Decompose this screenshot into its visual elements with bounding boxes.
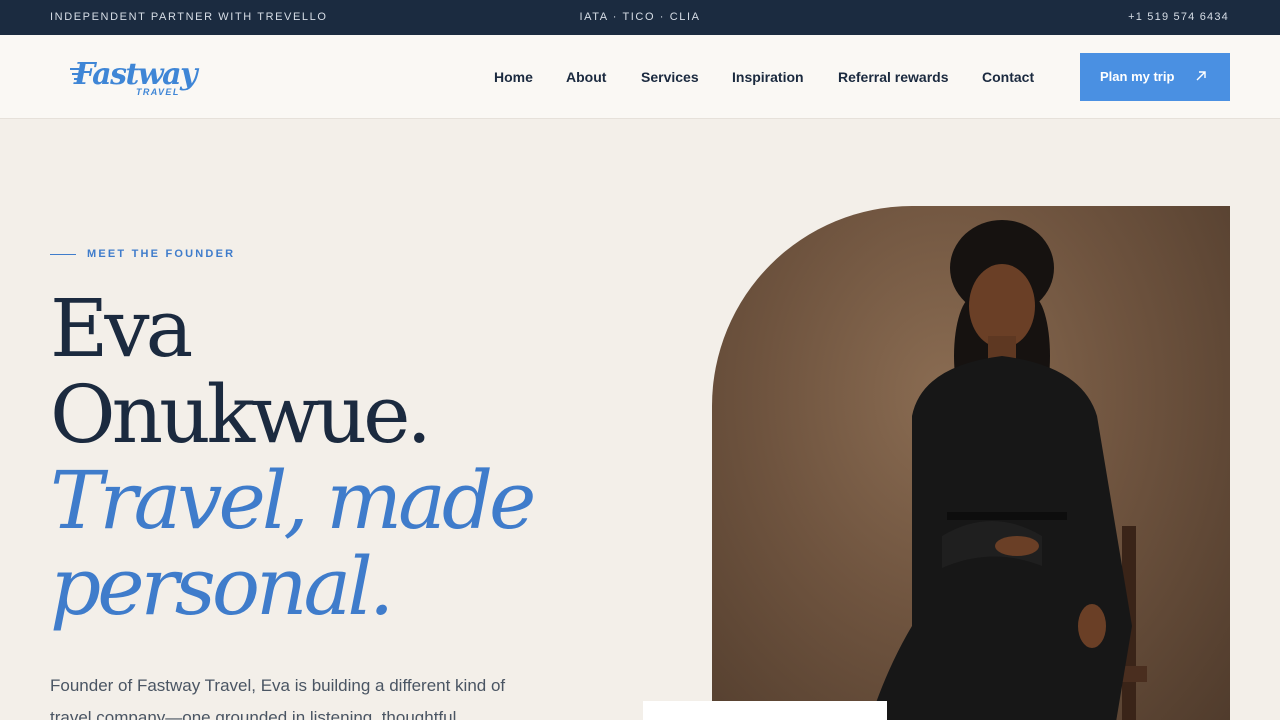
nav-item-services[interactable]: Services [641, 69, 699, 85]
nav-item-inspiration[interactable]: Inspiration [732, 69, 804, 85]
arrow-up-right-icon [1196, 71, 1206, 81]
founder-last-name: Onukwue. [50, 368, 432, 461]
nav-item-about[interactable]: About [566, 69, 606, 85]
tagline-line-1: Travel, made [50, 454, 536, 547]
phone-link[interactable]: +1 519 574 6434 [1128, 11, 1229, 23]
nav-item-contact[interactable]: Contact [982, 69, 1034, 85]
eyebrow-rule [50, 254, 76, 255]
tagline-line-2: personal. [50, 540, 394, 633]
eyebrow-text: MEET THE FOUNDER [87, 248, 236, 260]
nav-item-referral-rewards[interactable]: Referral rewards [838, 69, 949, 85]
logo-subtitle: TRAVEL [136, 87, 180, 97]
nav-item-home[interactable]: Home [494, 69, 533, 85]
founder-first-name: Eva [50, 282, 193, 375]
founder-intro: Founder of Fastway Travel, Eva is buildi… [50, 676, 506, 720]
founder-portrait-figure [870, 220, 1147, 720]
hero-headline: Eva Onukwue. Travel, made personal. [50, 282, 536, 633]
floating-card [643, 701, 887, 720]
plan-my-trip-label: Plan my trip [1100, 69, 1175, 84]
main-navbar: Fastway TRAVEL Home About Services Inspi… [0, 35, 1280, 119]
founder-portrait [712, 206, 1230, 720]
plan-my-trip-button[interactable]: Plan my trip [1080, 53, 1230, 101]
top-utility-bar: INDEPENDENT PARTNER WITH TREVELLO IATA ·… [0, 0, 1280, 35]
accreditations: IATA · TICO · CLIA [579, 11, 701, 23]
fastway-logo[interactable]: Fastway TRAVEL [70, 57, 210, 101]
